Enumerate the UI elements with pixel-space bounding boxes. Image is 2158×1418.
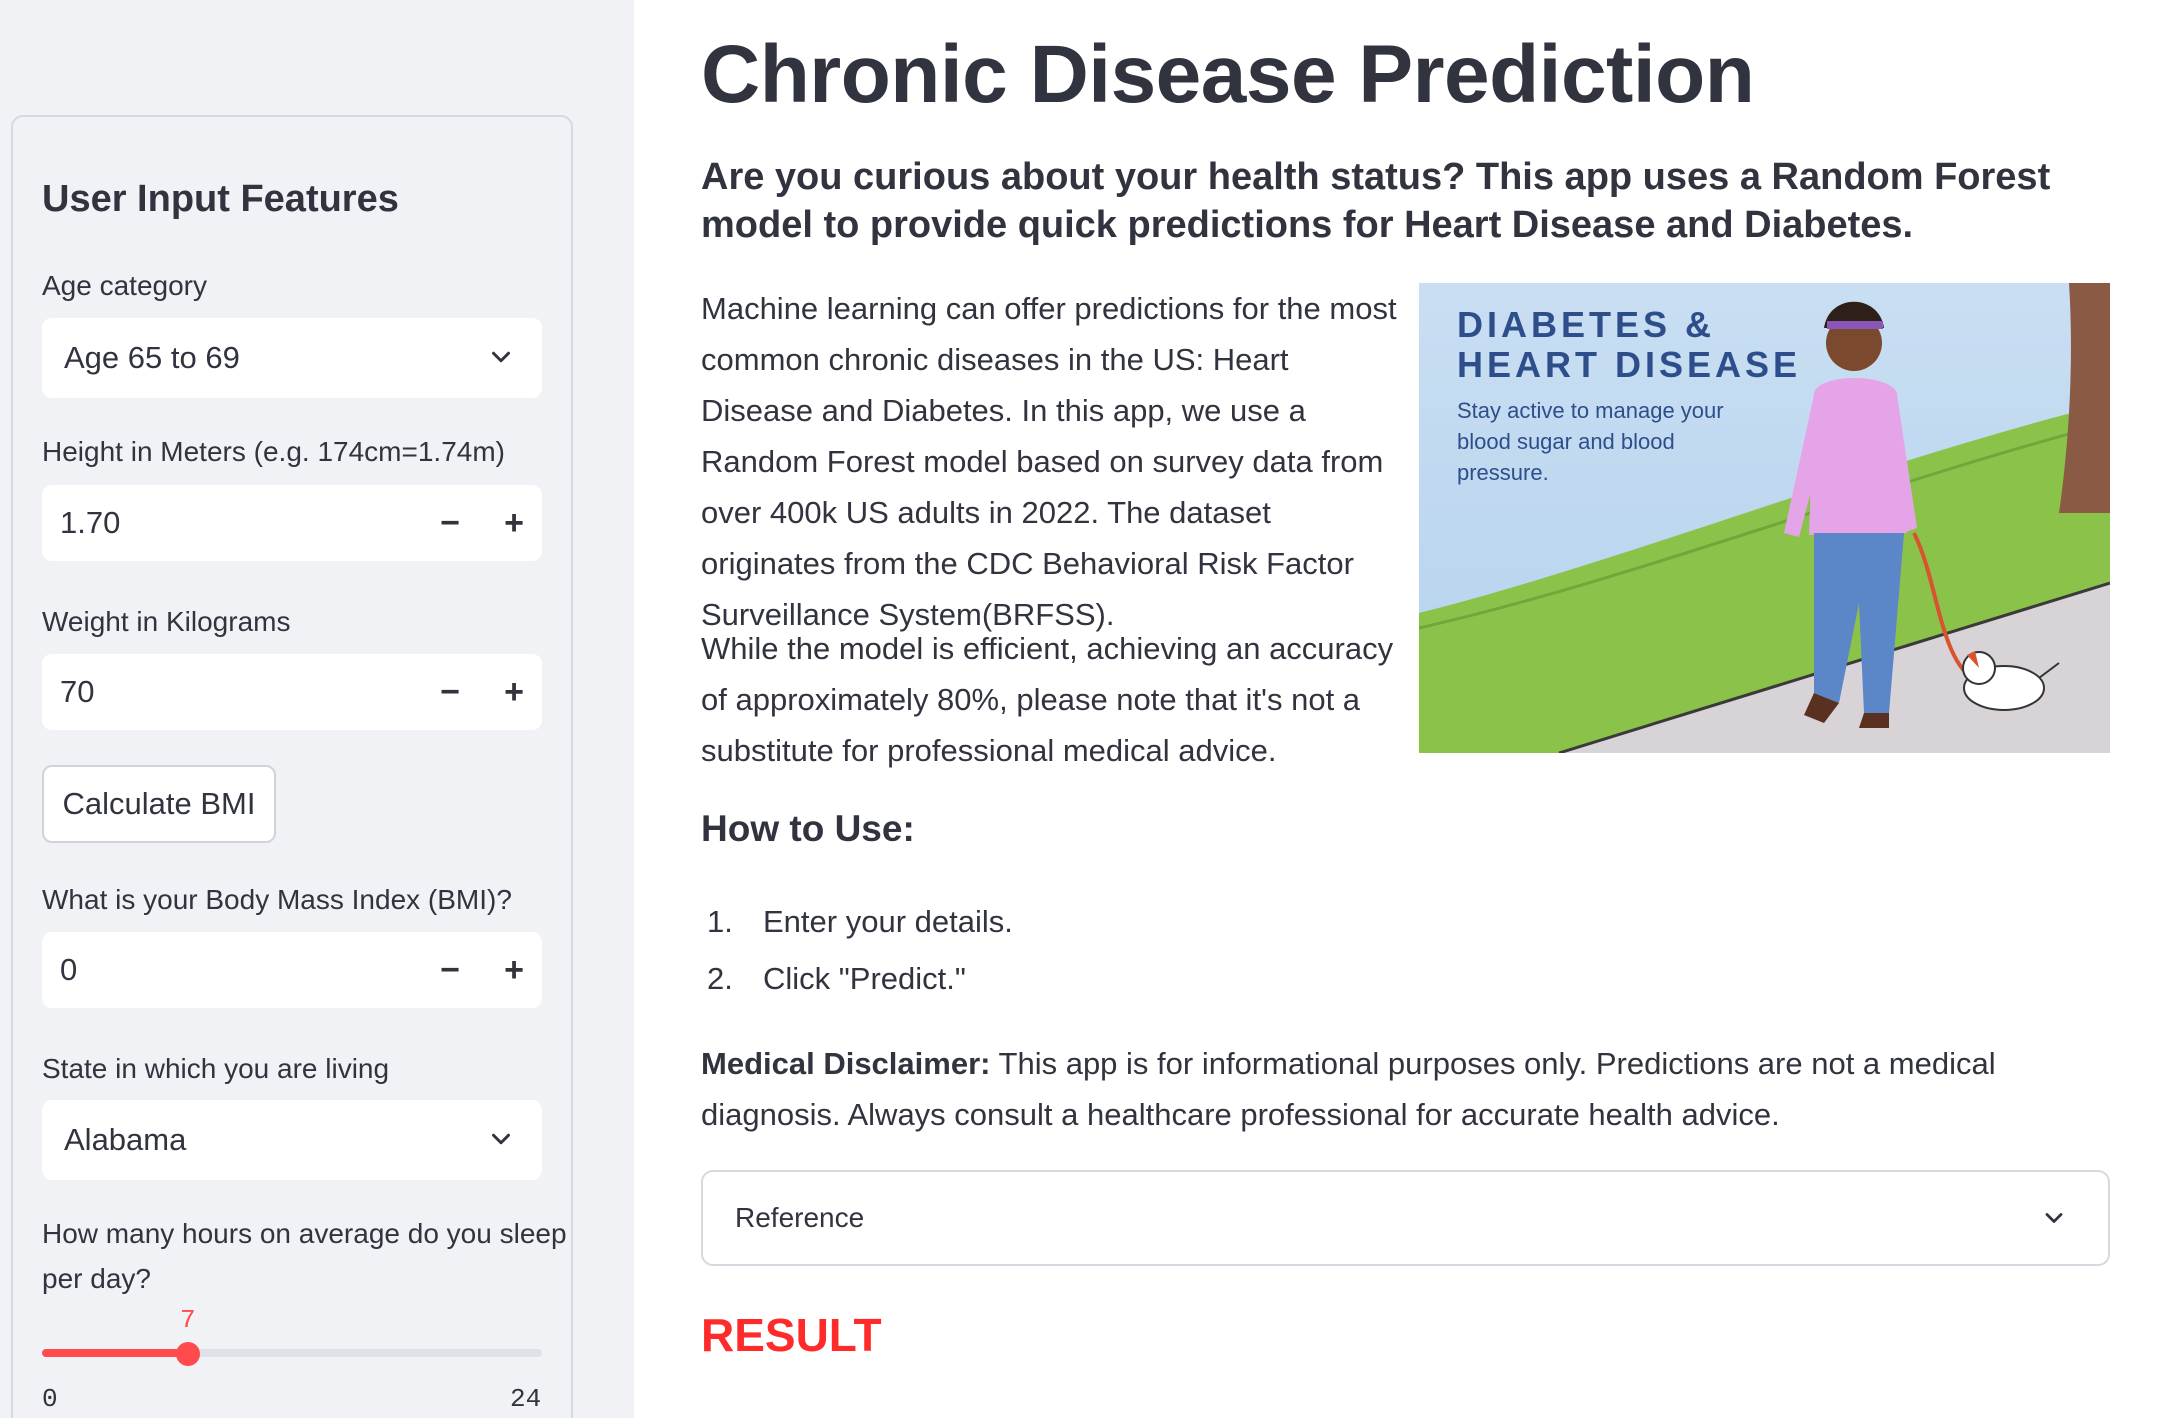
reference-label: Reference [735,1202,865,1233]
bmi-input[interactable]: 0 − + [42,932,542,1008]
hero-subtitle: Stay active to manage your blood sugar a… [1457,398,1724,485]
calculate-bmi-button[interactable]: Calculate BMI [42,765,276,843]
sleep-slider-thumb[interactable] [175,1342,200,1366]
weight-decrement-button[interactable]: − [430,654,470,730]
chevron-down-icon [2045,1213,2063,1223]
age-category-label: Age category [42,270,207,301]
page-title: Chronic Disease Prediction [701,29,1755,120]
weight-label: Weight in Kilograms [42,606,291,637]
weight-increment-button[interactable]: + [494,654,534,730]
hero-title-line2: HEART DISEASE [1457,344,1802,385]
accuracy-paragraph: While the model is efficient, achieving … [701,631,1394,768]
height-increment-button[interactable]: + [494,485,534,561]
sleep-slider-fill [42,1349,188,1357]
state-value: Alabama [64,1122,187,1157]
hero-title: DIABETES & HEART DISEASE [1457,305,1801,385]
how-to-use-heading: How to Use: [701,808,915,849]
hero-title-line1: DIABETES & [1457,304,1716,345]
state-label: State in which you are living [42,1053,390,1084]
medical-disclaimer: Medical Disclaimer: This app is for info… [701,1038,2141,1140]
page-subtitle: Are you curious about your health status… [701,156,2051,246]
age-category-select[interactable]: Age 65 to 69 [42,318,542,398]
list-item: 1. Enter your details. [707,900,1013,944]
main-content: Chronic Disease Prediction Are you curio… [634,0,2158,1418]
height-label: Height in Meters (e.g. 174cm=1.74m) [42,436,505,467]
chevron-down-icon [492,351,510,363]
height-decrement-button[interactable]: − [430,485,470,561]
intro-paragraph: Machine learning can offer predictions f… [701,291,1397,632]
disclaimer-label: Medical Disclaimer: [701,1046,991,1081]
step-number: 2. [707,961,733,996]
reference-expander[interactable]: Reference [701,1170,2110,1266]
step-text: Enter your details. [763,904,1013,939]
bmi-label: What is your Body Mass Index (BMI)? [42,884,512,915]
sidebar: User Input Features Age category Age 65 … [0,0,634,1418]
state-select[interactable]: Alabama [42,1100,542,1180]
sleep-slider-track[interactable] [42,1349,542,1357]
weight-value: 70 [60,674,95,709]
bmi-increment-button[interactable]: + [494,932,534,1008]
sidebar-title: User Input Features [42,178,399,220]
sleep-label-line2: per day? [42,1263,151,1294]
sleep-slider-value: 7 [180,1305,196,1335]
chevron-down-icon [492,1133,510,1145]
step-text: Click "Predict." [763,961,966,996]
weight-input[interactable]: 70 − + [42,654,542,730]
result-heading: RESULT [701,1309,882,1361]
step-number: 1. [707,904,733,939]
bmi-value: 0 [60,952,78,987]
sleep-label-line1: How many hours on average do you sleep [42,1218,567,1249]
height-value: 1.70 [60,505,121,540]
bmi-decrement-button[interactable]: − [430,932,470,1008]
age-category-value: Age 65 to 69 [64,340,240,375]
height-input[interactable]: 1.70 − + [42,485,542,561]
list-item: 2. Click "Predict." [707,957,966,1001]
hero-illustration: DIABETES & HEART DISEASE Stay active to … [1419,283,2110,753]
sleep-slider-max: 24 [510,1384,542,1414]
sleep-slider-min: 0 [42,1384,58,1414]
